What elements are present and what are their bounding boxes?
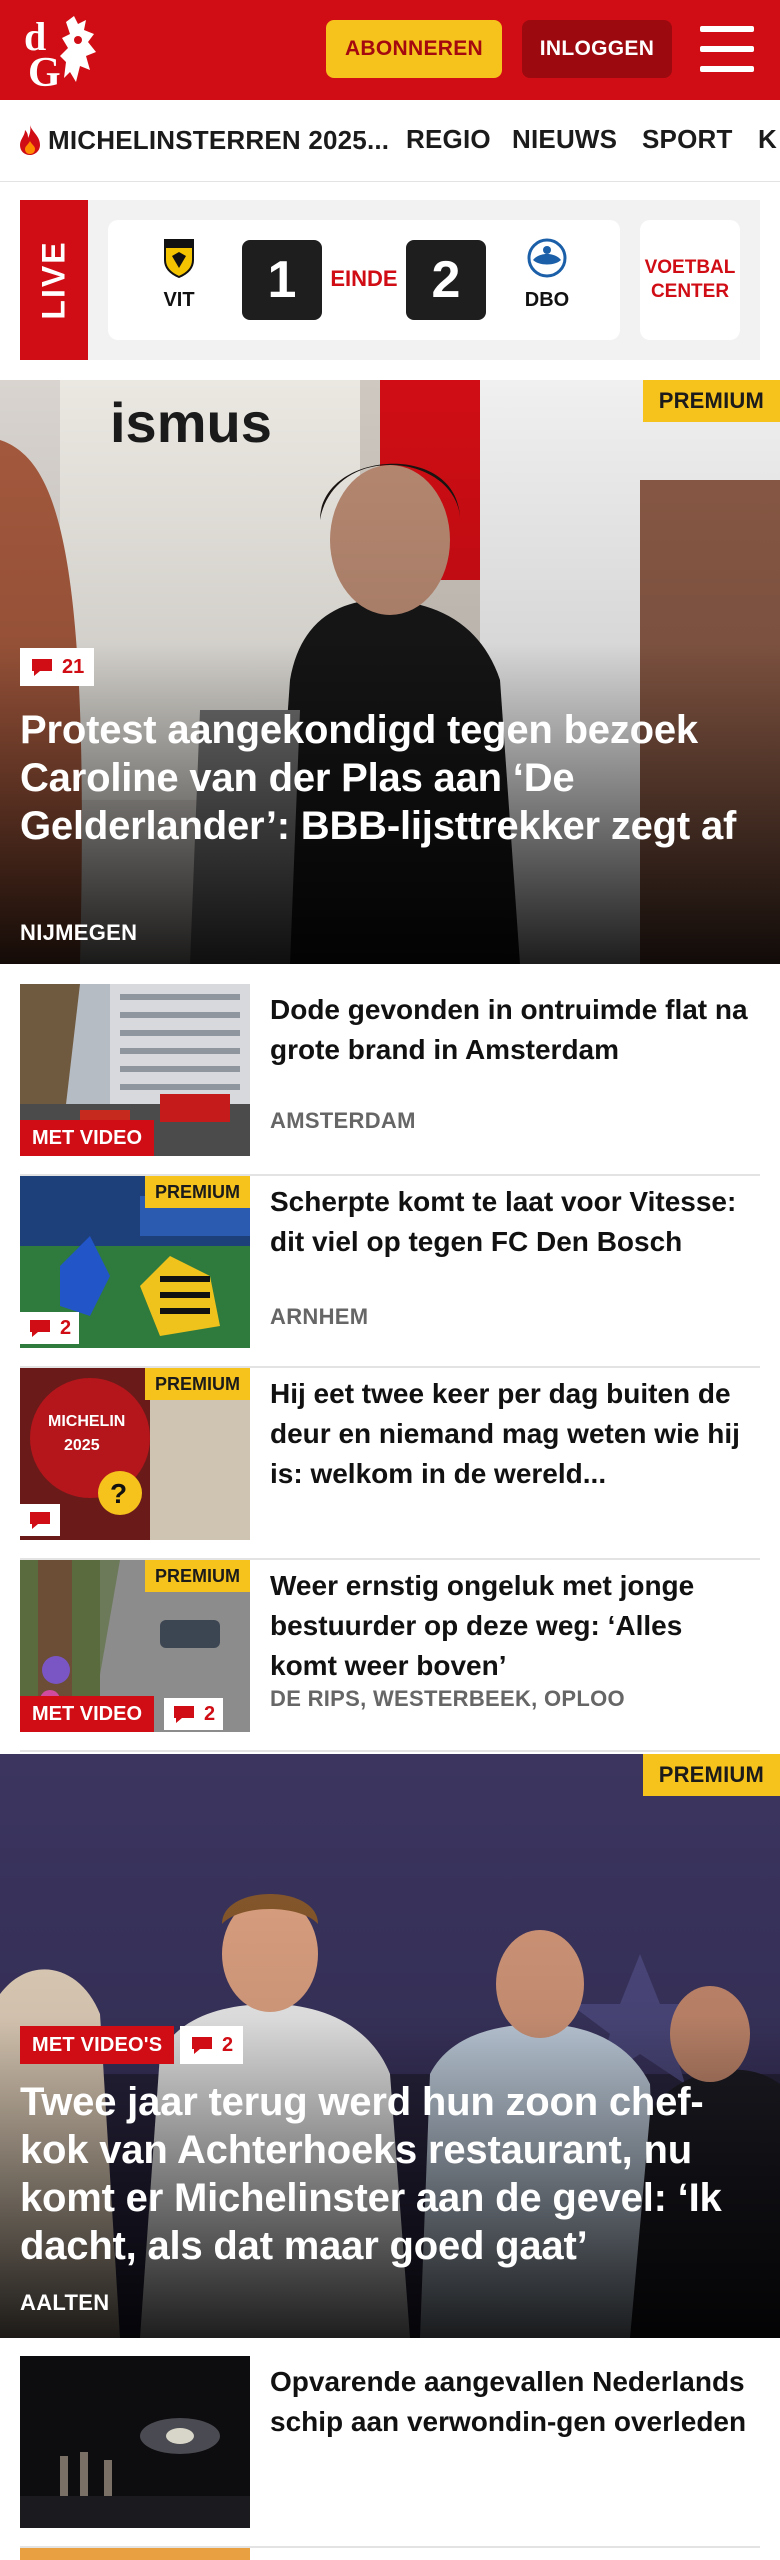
away-score: 2 [406,240,486,320]
comment-bubble-icon [30,1512,50,1529]
hero-location: AALTEN [20,2290,110,2315]
nav-item-partial[interactable]: K [758,124,777,155]
article-title[interactable]: Scherpte komt te laat voor Vitesse: dit … [270,1182,750,1262]
list-item[interactable]: MICHELIN 2025 ? PREMIUM Hij eet twee kee… [20,1368,760,1560]
logo[interactable]: d G [22,12,118,96]
fc-den-bosch-crest-icon [527,238,567,278]
svg-text:?: ? [110,1478,127,1509]
svg-text:MICHELIN: MICHELIN [48,1413,125,1430]
article-title[interactable]: Opvarende aangevallen Nederlands schip a… [270,2362,750,2442]
video-badge: MET VIDEO [20,1696,155,1732]
list-item[interactable]: PREMIUM MET VIDEO 2 Weer ernstig ongeluk… [20,1560,760,1752]
top-header: d G ABONNEREN INLOGGEN [0,0,780,100]
article-title[interactable]: Weer ernstig ongeluk met jonge bestuurde… [270,1566,750,1686]
nav-item-nieuws[interactable]: NIEUWS [512,124,617,155]
hero-title[interactable]: Twee jaar terug werd hun zoon chef-kok v… [20,2078,760,2270]
login-button[interactable]: INLOGGEN [522,20,672,78]
comment-count: 2 [222,2033,234,2056]
video-badge: MET VIDEO [20,1120,155,1156]
hero-title[interactable]: Protest aangekondigd tegen bezoek Caroli… [20,706,760,850]
comment-count: 2 [60,1316,72,1339]
article-location: DE RIPS, WESTERBEEK, OPLOO [270,1686,625,1711]
menu-icon[interactable] [700,26,754,72]
home-team-abbr: VIT [163,289,195,311]
comment-count-badge[interactable] [20,1504,60,1536]
comment-count-badge[interactable]: 2 [20,1312,80,1344]
score-card[interactable]: VIT 1 EINDE 2 DBO [108,220,620,340]
away-team-abbr: DBO [524,289,570,311]
article-title[interactable]: Hij eet twee keer per dag buiten de deur… [270,1374,750,1494]
live-label: LIVE [35,240,72,320]
premium-badge: PREMIUM [145,1560,250,1592]
comment-bubble-icon [174,1706,194,1723]
vitesse-crest-icon [164,239,194,279]
comment-bubble-icon [192,2037,212,2054]
flame-icon [20,125,40,155]
premium-badge: PREMIUM [642,380,780,422]
comment-bubble-icon [32,659,52,676]
list-item[interactable]: Opvarende aangevallen Nederlands schip a… [20,2356,760,2548]
hero-article-2[interactable]: PREMIUM MET VIDEO'S 2 Twee jaar terug we… [0,1754,780,2338]
comment-count: 21 [62,655,85,678]
comment-count: 2 [204,1702,216,1725]
away-team: DBO [512,238,582,312]
svg-text:G: G [28,50,61,88]
article-title[interactable]: Dode gevonden in ontruimde flat na grote… [270,990,750,1070]
comment-count-badge[interactable]: 2 [180,2026,244,2064]
nav-item-sport[interactable]: SPORT [642,124,733,155]
hero-shade [0,380,780,964]
hero-location: NIJMEGEN [20,920,138,945]
list-item[interactable]: PREMIUM 2 Scherpte komt te laat voor Vit… [20,1176,760,1368]
comment-count-badge[interactable]: 2 [164,1698,224,1730]
match-status: EINDE [330,266,398,291]
subscribe-button[interactable]: ABONNEREN [326,20,502,78]
premium-badge: PREMIUM [145,1176,250,1208]
nav-item-regio[interactable]: REGIO [406,124,491,155]
article-thumbnail: MICHELIN 2025 ? PREMIUM [20,1368,250,1540]
home-team: VIT [144,238,214,312]
main-nav: MICHELINSTERREN 2025... REGIO NIEUWS SPO… [0,100,780,182]
article-thumbnail [20,2356,250,2528]
hero-article-1[interactable]: ismus PREMIUM 21 Protest aangekondigd te… [0,380,780,964]
premium-badge: PREMIUM [642,1754,780,1796]
article-thumbnail: PREMIUM 2 [20,1176,250,1348]
article-location: AMSTERDAM [270,1108,416,1133]
article-thumbnail-partial [20,2548,250,2560]
nav-item-michelinsterren[interactable]: MICHELINSTERREN 2025... [16,124,389,156]
comment-count-badge[interactable]: 21 [20,648,95,686]
article-location: ARNHEM [270,1304,369,1329]
home-score: 1 [242,240,322,320]
premium-badge: PREMIUM [145,1368,250,1400]
video-badge: MET VIDEO'S [20,2026,175,2064]
comment-bubble-icon [30,1320,50,1337]
list-item[interactable]: MET VIDEO Dode gevonden in ontruimde fla… [20,984,760,1176]
live-tag: LIVE [20,200,88,360]
nav-item-label: MICHELINSTERREN 2025... [48,124,390,155]
article-thumbnail: MET VIDEO [20,984,250,1156]
live-score-widget: LIVE VIT 1 EINDE 2 DBO VOETBAL CENTER [20,200,760,360]
voetbal-center-button[interactable]: VOETBAL CENTER [640,220,740,340]
svg-text:2025: 2025 [64,1437,100,1454]
article-thumbnail: PREMIUM MET VIDEO 2 [20,1560,250,1732]
